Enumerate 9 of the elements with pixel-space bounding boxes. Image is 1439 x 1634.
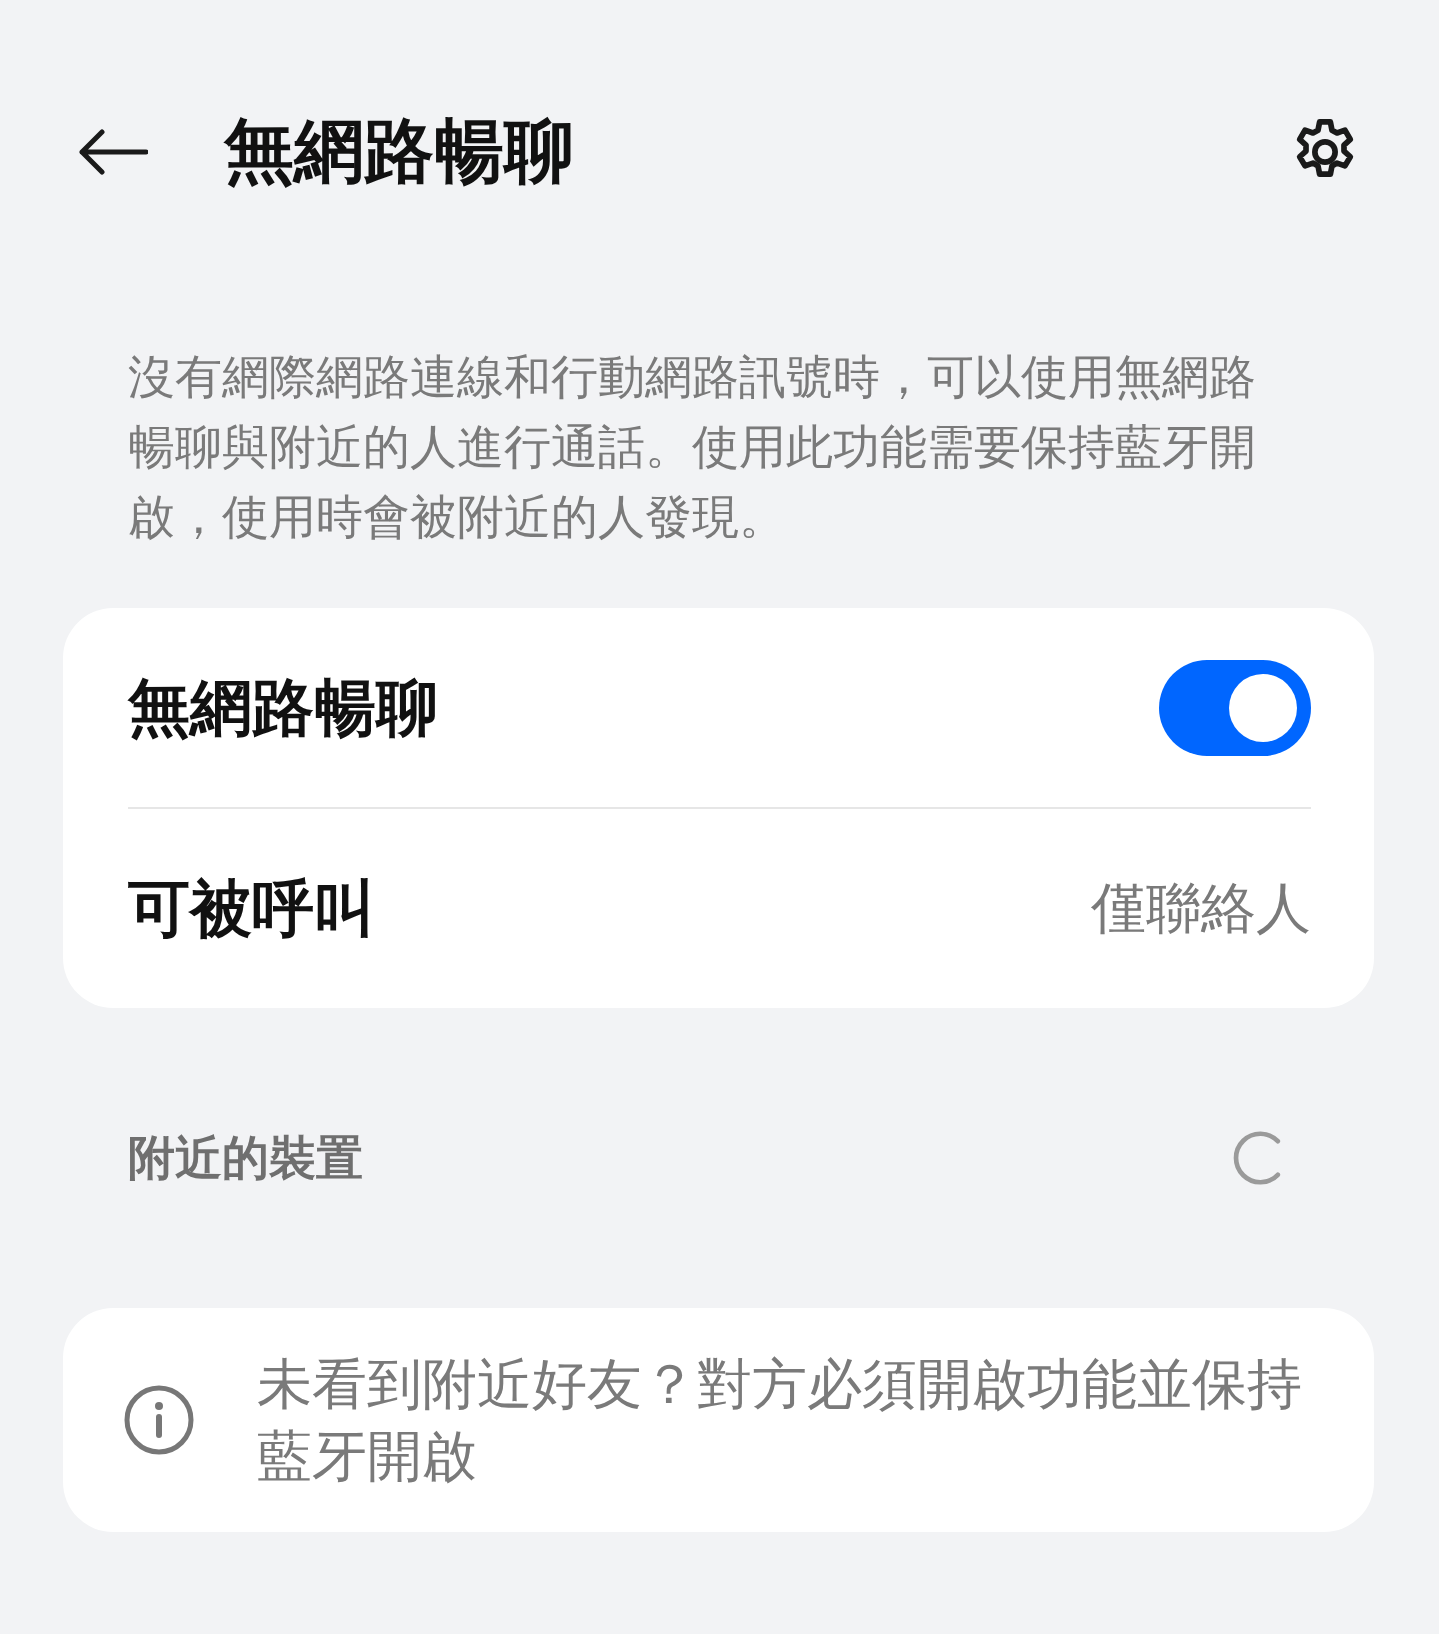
section-heading: 附近的裝置 — [128, 1128, 363, 1187]
setting-label: 無網路暢聊 — [128, 669, 438, 746]
info-icon — [123, 1384, 195, 1456]
description-text: 沒有網際網路連線和行動網路訊號時，可以使用無網路暢聊與附近的人進行通話。使用此功能需要保持藍牙開啟，使用時會被附近的人發現。 — [128, 348, 1257, 546]
page-title: 無網路暢聊 — [224, 109, 575, 194]
notice-text: 未看到附近好友？對方必須開啟功能並保持藍牙開啟 — [257, 1351, 1303, 1490]
back-icon[interactable] — [76, 128, 148, 176]
setting-value[interactable]: 僅聯絡人 — [1091, 871, 1311, 946]
setting-label: 可被呼叫 — [128, 870, 376, 947]
